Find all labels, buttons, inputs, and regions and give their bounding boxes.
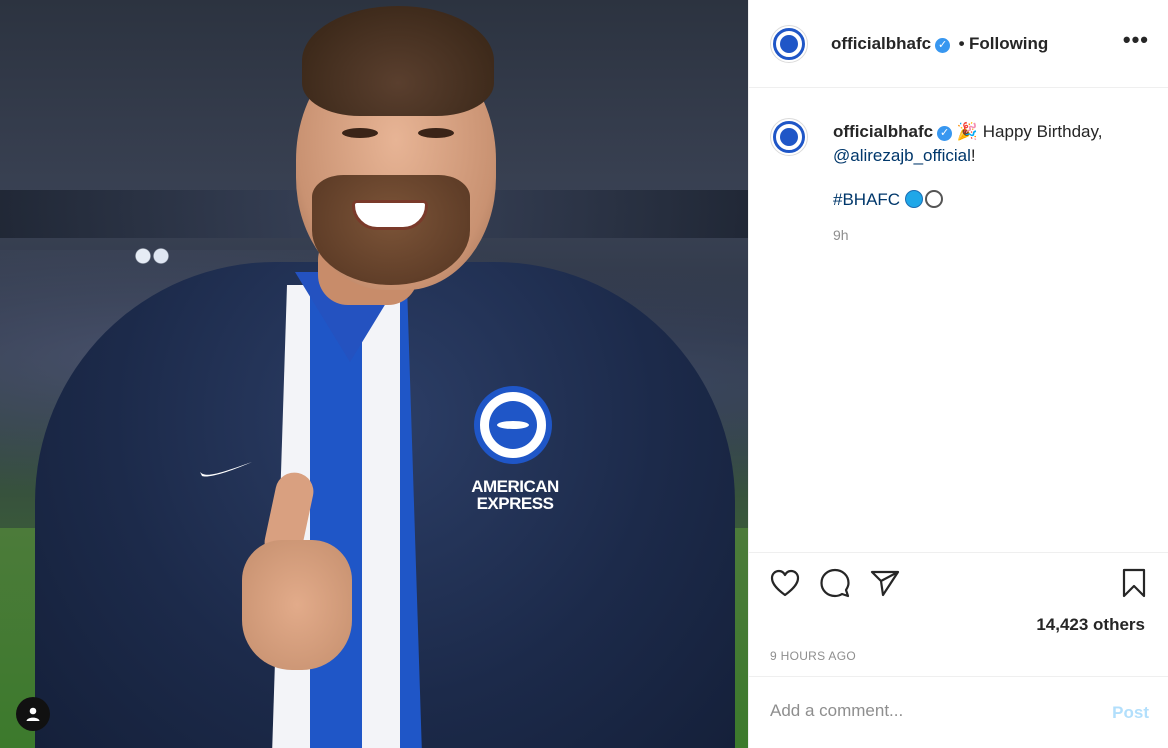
caption-hashtag-link[interactable]: #BHAFC (833, 190, 900, 209)
paper-plane-icon (870, 570, 900, 597)
post-comment-button[interactable]: Post (1112, 703, 1149, 723)
caption-verified-badge-icon: ✓ (937, 126, 953, 141)
sponsor-line-2: EXPRESS (476, 494, 554, 513)
club-crest-badge (474, 386, 552, 464)
bookmark-icon (1122, 568, 1146, 598)
header-separator: • (958, 34, 965, 53)
player-eye-right (418, 128, 454, 138)
sponsor-line-1: AMERICAN (471, 477, 559, 496)
verified-badge-icon: ✓ (935, 38, 951, 53)
player-eye-left (342, 128, 378, 138)
party-popper-icon: 🎉 (956, 122, 979, 141)
like-button[interactable] (768, 566, 802, 600)
post-image[interactable]: AMERICAN EXPRESS (0, 0, 748, 748)
header-username[interactable]: officialbhafc (831, 34, 931, 53)
avatar[interactable] (770, 25, 808, 63)
user-icon (26, 707, 40, 721)
share-button[interactable] (868, 566, 902, 600)
post-sidebar: officialbhafc ✓ • Following ••• officialb… (748, 0, 1168, 748)
caption-mention-link[interactable]: @alirezajb_official (833, 146, 971, 165)
caption-time-ago[interactable]: 9h (833, 227, 849, 243)
sponsor-logo: AMERICAN EXPRESS (470, 478, 560, 512)
following-button[interactable]: Following (969, 34, 1048, 53)
blue-circle-icon (904, 190, 923, 208)
thumbs-up-hand (242, 540, 352, 670)
action-bar: 14,423 others 9 HOURS AGO (749, 553, 1168, 677)
player-hair (302, 6, 494, 116)
more-options-icon[interactable]: ••• (1123, 29, 1149, 51)
caption-text: officialbhafc ✓ 🎉 Happy Birthday, @alirez… (833, 120, 1133, 212)
post-header: officialbhafc ✓ • Following ••• (749, 0, 1168, 88)
comment-bar: Post (749, 677, 1168, 748)
white-circle-icon (924, 190, 943, 208)
swoosh-logo-icon (200, 462, 252, 477)
comment-bubble-icon (820, 568, 850, 598)
heart-icon (770, 569, 800, 597)
caption-username[interactable]: officialbhafc (833, 122, 933, 141)
save-button[interactable] (1117, 566, 1151, 600)
player-smile (352, 200, 428, 230)
caption-area: officialbhafc ✓ 🎉 Happy Birthday, @alirez… (749, 88, 1168, 553)
player-beard (312, 175, 470, 285)
header-user-line: officialbhafc ✓ • Following (831, 34, 1048, 54)
comment-input[interactable] (770, 701, 1070, 721)
tagged-users-button[interactable] (16, 697, 50, 731)
caption-greeting: Happy Birthday, (982, 122, 1103, 141)
caption-exclamation: ! (970, 146, 976, 165)
stadium-lights (125, 245, 185, 267)
caption-avatar[interactable] (770, 118, 808, 156)
post-timestamp[interactable]: 9 HOURS AGO (770, 649, 856, 663)
comment-button[interactable] (818, 566, 852, 600)
likes-count[interactable]: 14,423 others (1036, 615, 1145, 635)
